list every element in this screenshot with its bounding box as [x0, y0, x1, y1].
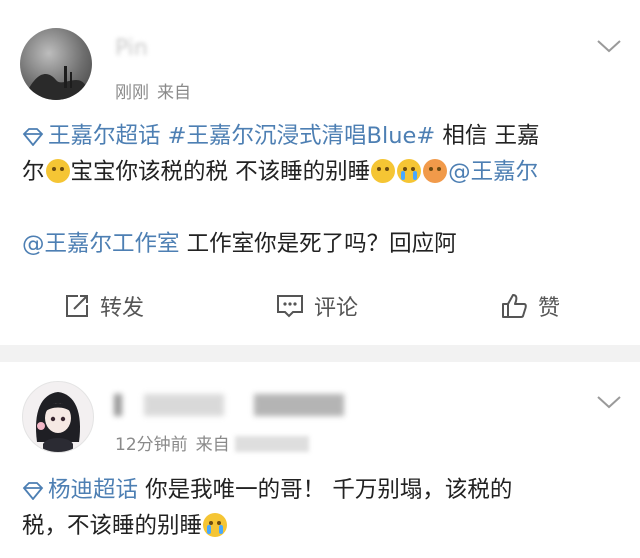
chevron-down-icon[interactable] — [596, 38, 622, 54]
grin-emoji-icon — [45, 159, 70, 183]
topic-diamond-icon — [22, 128, 44, 146]
post-meta: 12分钟前 来自 — [115, 430, 310, 455]
kiss-emoji-icon — [423, 159, 448, 183]
post-body: 杨迪超话 你是我唯一的哥！ 千万别塌，该税的 税，不该睡的别睡 — [22, 472, 622, 544]
body-text: 尔 — [22, 159, 45, 185]
weibo-post-2: 12分钟前 来自 杨迪超话 你是我唯一的哥！ 千万别塌，该税的 税，不该睡的别睡 — [0, 362, 640, 558]
like-label: 赞 — [538, 296, 561, 321]
post-line-1: 杨迪超话 你是我唯一的哥！ 千万别塌，该税的 — [22, 472, 622, 508]
topic-link[interactable]: 杨迪超话 — [22, 477, 138, 503]
source-blurred — [235, 436, 310, 452]
comment-button[interactable]: 评论 — [276, 290, 358, 322]
repost-button[interactable]: 转发 — [64, 290, 144, 322]
post-time: 12分钟前 — [115, 435, 188, 455]
comment-icon — [277, 295, 303, 318]
post-line-2: 税，不该睡的别睡 — [22, 508, 622, 544]
avatar[interactable] — [20, 28, 92, 100]
hashtag-link[interactable]: #王嘉尔沉浸式清唱Blue# — [168, 123, 436, 149]
repost-label: 转发 — [100, 296, 145, 321]
username-blurred — [114, 394, 344, 416]
post-meta: 刚刚 来自 — [115, 78, 191, 103]
body-text: 宝宝你该税的税 不该睡的别睡 — [70, 159, 371, 185]
post-line-3: @王嘉尔工作室 工作室你是死了吗？回应阿 — [22, 226, 622, 262]
chevron-down-icon[interactable] — [596, 394, 622, 410]
avatar[interactable] — [22, 381, 94, 453]
post-source: 来自 — [157, 83, 191, 103]
action-bar: 转发 评论 赞 — [0, 290, 640, 334]
feed-separator — [0, 345, 640, 362]
post-source: 来自 — [195, 435, 230, 455]
mention-link[interactable]: @王嘉尔 — [448, 159, 538, 185]
body-text: 工作室你是死了吗？回应阿 — [179, 231, 457, 257]
weibo-post-1: Pin 刚刚 来自 王嘉尔超话 #王嘉尔沉浸式清唱Blue# 相信 王嘉 尔宝宝你… — [0, 0, 640, 345]
username[interactable]: Pin — [115, 36, 148, 61]
repost-icon — [66, 295, 88, 317]
body-text: 税，不该睡的别睡 — [22, 513, 203, 539]
topic-link[interactable]: 王嘉尔超话 — [22, 123, 161, 149]
sweat-smile-emoji-icon — [371, 159, 396, 183]
post-line-1: 王嘉尔超话 #王嘉尔沉浸式清唱Blue# 相信 王嘉 — [22, 118, 622, 154]
crying-emoji-icon — [397, 159, 422, 183]
like-button[interactable]: 赞 — [500, 290, 560, 322]
comment-label: 评论 — [314, 296, 359, 321]
post-line-2: 尔宝宝你该税的税 不该睡的别睡 @王嘉尔 — [22, 154, 622, 190]
post-body: 王嘉尔超话 #王嘉尔沉浸式清唱Blue# 相信 王嘉 尔宝宝你该税的税 不该睡的… — [22, 118, 622, 262]
post-time: 刚刚 — [115, 83, 149, 103]
body-text: 你是我唯一的哥！ 千万别塌，该税的 — [138, 477, 513, 503]
crying-emoji-icon — [203, 513, 228, 537]
body-text: 相信 王嘉 — [435, 123, 540, 149]
like-icon — [502, 294, 527, 318]
topic-diamond-icon — [22, 482, 44, 500]
mention-link[interactable]: @王嘉尔工作室 — [22, 231, 180, 257]
